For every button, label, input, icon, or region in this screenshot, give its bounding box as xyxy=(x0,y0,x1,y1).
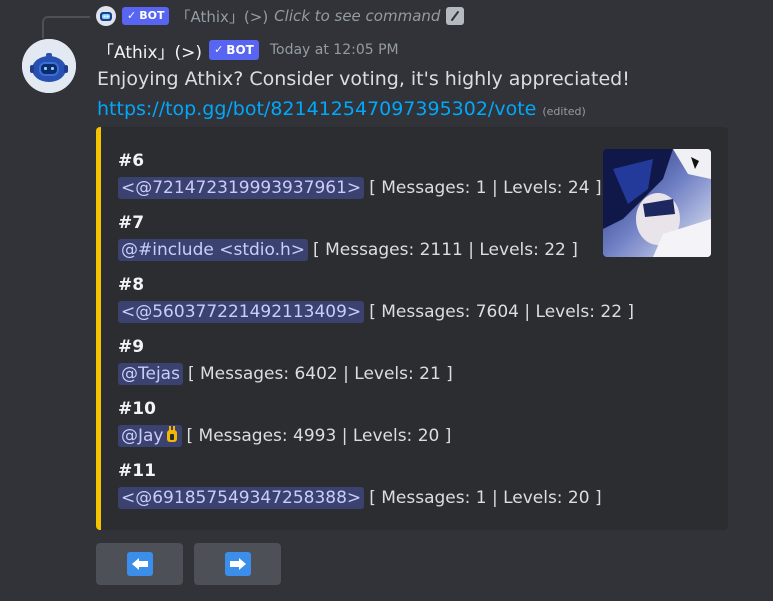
reply-preview[interactable]: ✓ BOT 「Athix」(>) Click to see command xyxy=(96,5,465,27)
leaderboard-entry: #7 @#include <stdio.h> [ Messages: 2111 … xyxy=(118,211,634,273)
previous-page-button[interactable] xyxy=(96,543,183,585)
leaderboard-embed: #6 <@721472319993937961> [ Messages: 1 |… xyxy=(96,127,728,530)
user-stats: [ Messages: 6402 | Levels: 21 ] xyxy=(187,364,453,384)
timestamp[interactable]: Today at 12:05 PM xyxy=(270,42,399,58)
leaderboard-entry: #9 @Tejas [ Messages: 6402 | Levels: 21 … xyxy=(118,335,634,397)
leaderboard-entry: #11 <@691857549347258388> [ Messages: 1 … xyxy=(118,459,634,521)
leaderboard-entry: #6 <@721472319993937961> [ Messages: 1 |… xyxy=(118,149,634,211)
reply-text[interactable]: Click to see command xyxy=(274,7,440,25)
user-mention[interactable]: <@691857549347258388> xyxy=(118,487,365,509)
user-stats: [ Messages: 4993 | Levels: 20 ] xyxy=(186,426,452,446)
author-name[interactable]: 「Athix」(>) xyxy=(97,38,202,63)
emoji-icon xyxy=(166,426,177,442)
bot-tag: ✓ BOT xyxy=(209,40,259,60)
rank-label: #6 xyxy=(118,151,145,171)
user-mention[interactable]: @Tejas xyxy=(118,363,183,385)
reply-bot-avatar xyxy=(96,6,116,26)
leaderboard-entry: #10 @Jay [ Messages: 4993 | Levels: 20 ] xyxy=(118,397,634,459)
check-icon: ✓ xyxy=(127,9,137,22)
check-icon: ✓ xyxy=(214,43,224,56)
next-page-button[interactable] xyxy=(194,543,281,585)
message-text: Enjoying Athix? Consider voting, it's hi… xyxy=(97,68,630,90)
arrow-left-icon xyxy=(126,552,153,576)
arrow-right-icon xyxy=(224,552,251,576)
reply-connector xyxy=(42,16,90,38)
user-mention[interactable]: @#include <stdio.h> xyxy=(118,239,309,261)
user-stats: [ Messages: 2111 | Levels: 22 ] xyxy=(313,240,578,260)
vote-link[interactable]: https://top.gg/bot/821412547097395302/vo… xyxy=(97,98,536,120)
user-stats: [ Messages: 7604 | Levels: 22 ] xyxy=(369,302,635,322)
user-mention[interactable]: <@560377221492113409> xyxy=(118,301,365,323)
reply-bot-tag: ✓ BOT xyxy=(122,7,170,25)
slash-command-icon xyxy=(446,7,465,25)
leaderboard-entry: #8 <@560377221492113409> [ Messages: 760… xyxy=(118,273,634,335)
user-stats: [ Messages: 1 | Levels: 20 ] xyxy=(369,488,602,508)
edited-label: (edited) xyxy=(542,105,586,118)
reply-author-name[interactable]: 「Athix」(>) xyxy=(175,6,268,27)
rank-label: #10 xyxy=(118,399,156,419)
rank-label: #9 xyxy=(118,337,145,357)
leaderboard-list: #6 <@721472319993937961> [ Messages: 1 |… xyxy=(118,149,634,521)
rank-label: #8 xyxy=(118,275,145,295)
bot-avatar[interactable] xyxy=(22,39,76,93)
rank-label: #11 xyxy=(118,461,156,481)
message-link-line: https://top.gg/bot/821412547097395302/vo… xyxy=(97,98,586,120)
rank-label: #7 xyxy=(118,213,145,233)
user-mention[interactable]: <@721472319993937961> xyxy=(118,177,365,199)
user-mention[interactable]: @Jay xyxy=(118,425,182,447)
user-stats: [ Messages: 1 | Levels: 24 ] xyxy=(369,178,602,198)
message-header: 「Athix」(>) ✓ BOT Today at 12:05 PM xyxy=(97,37,399,63)
embed-thumbnail[interactable] xyxy=(603,149,711,257)
